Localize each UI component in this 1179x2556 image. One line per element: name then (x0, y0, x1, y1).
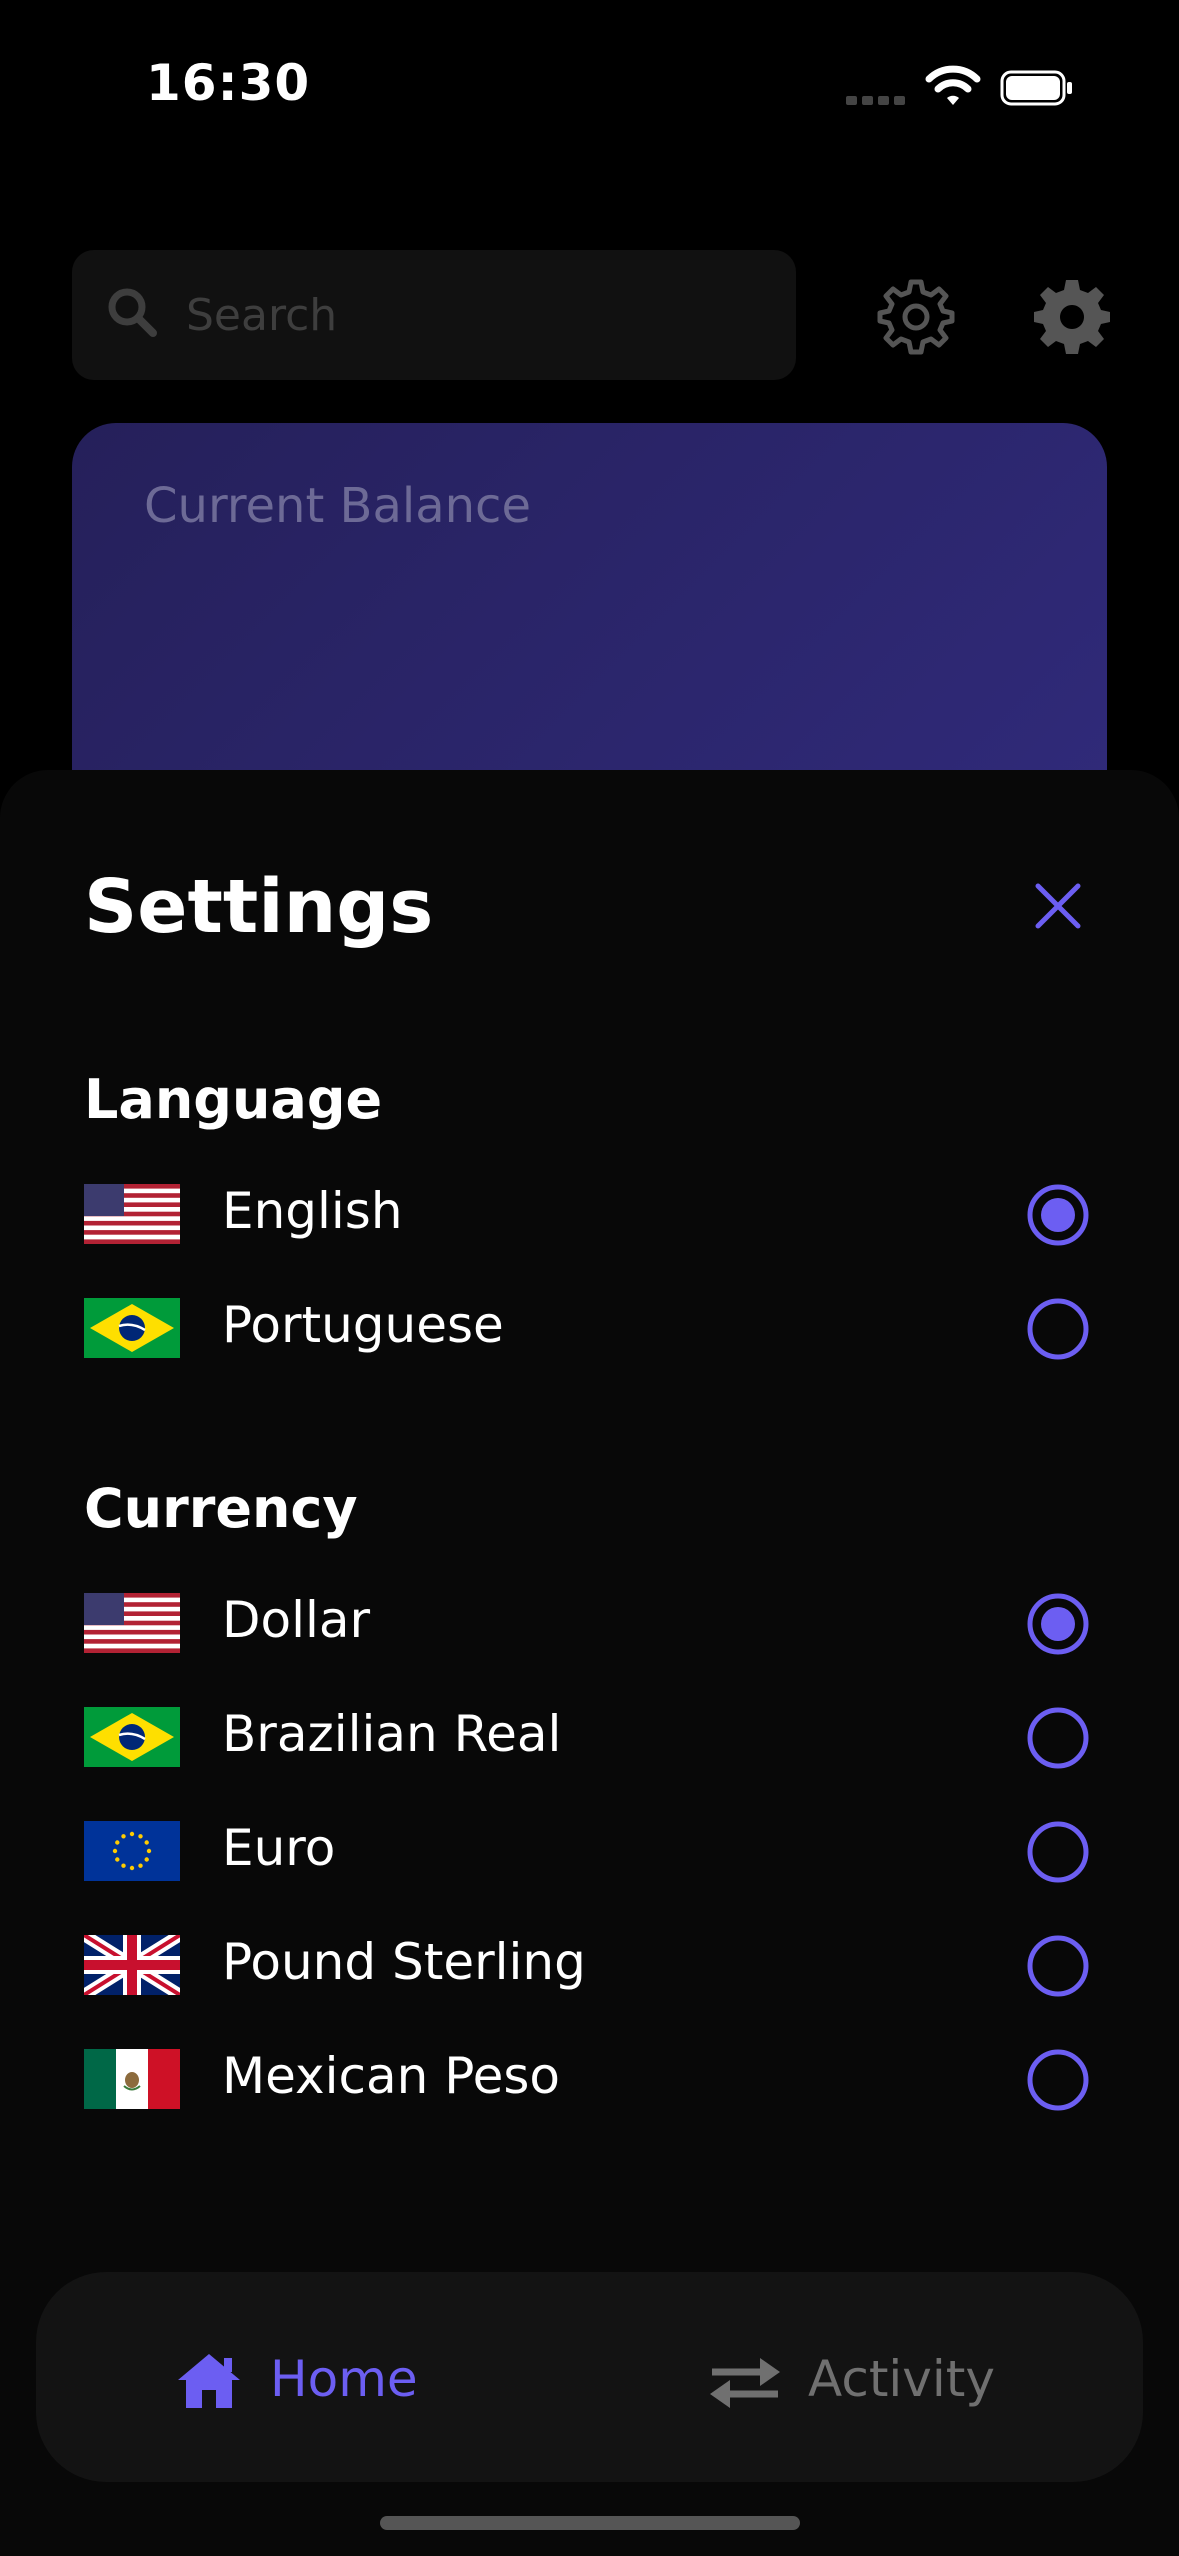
radio-unselected[interactable] (1026, 1297, 1090, 1361)
status-time: 16:30 (146, 54, 311, 112)
activity-transfer-icon[interactable] (708, 2356, 782, 2410)
tab-activity[interactable]: Activity (808, 2350, 995, 2408)
currency-option-brazilian-real[interactable]: Brazilian Real (84, 1703, 1094, 1773)
search-placeholder: Search (186, 290, 338, 341)
language-option-english[interactable]: English (84, 1180, 1094, 1250)
radio-unselected[interactable] (1026, 1706, 1090, 1770)
dynamic-island (402, 36, 776, 144)
option-label: Euro (222, 1819, 336, 1877)
mexico-flag-icon (84, 2049, 180, 2109)
wifi-icon (925, 65, 981, 105)
search-icon (108, 288, 157, 337)
us-flag-icon (84, 1593, 180, 1653)
currency-option-pound-sterling[interactable]: Pound Sterling (84, 1931, 1094, 2001)
sheet-title: Settings (84, 864, 434, 950)
currency-option-dollar[interactable]: Dollar (84, 1589, 1094, 1659)
option-label: Portuguese (222, 1296, 504, 1354)
radio-unselected[interactable] (1026, 1934, 1090, 1998)
settings-filled-icon[interactable] (1032, 276, 1112, 356)
option-label: Mexican Peso (222, 2047, 560, 2105)
home-indicator (380, 2516, 800, 2530)
radio-selected[interactable] (1026, 1183, 1090, 1247)
uk-flag-icon (84, 1935, 180, 1995)
tab-home[interactable]: Home (270, 2350, 418, 2408)
language-heading: Language (84, 1068, 383, 1131)
option-label: English (222, 1182, 403, 1240)
eu-flag-icon (84, 1821, 180, 1881)
language-option-portuguese[interactable]: Portuguese (84, 1294, 1094, 1364)
brazil-flag-icon (84, 1707, 180, 1767)
close-icon[interactable] (1030, 878, 1086, 934)
battery-icon (1000, 70, 1072, 106)
option-label: Brazilian Real (222, 1705, 562, 1763)
option-label: Pound Sterling (222, 1933, 586, 1991)
settings-outline-icon[interactable] (876, 276, 956, 356)
currency-heading: Currency (84, 1477, 358, 1540)
home-icon[interactable] (176, 2352, 242, 2410)
currency-option-mexican-peso[interactable]: Mexican Peso (84, 2045, 1094, 2115)
currency-option-euro[interactable]: Euro (84, 1817, 1094, 1887)
radio-unselected[interactable] (1026, 1820, 1090, 1884)
balance-label: Current Balance (144, 478, 531, 534)
search-input[interactable] (72, 250, 796, 380)
us-flag-icon (84, 1184, 180, 1244)
radio-unselected[interactable] (1026, 2048, 1090, 2112)
option-label: Dollar (222, 1591, 371, 1649)
brazil-flag-icon (84, 1298, 180, 1358)
radio-selected[interactable] (1026, 1592, 1090, 1656)
